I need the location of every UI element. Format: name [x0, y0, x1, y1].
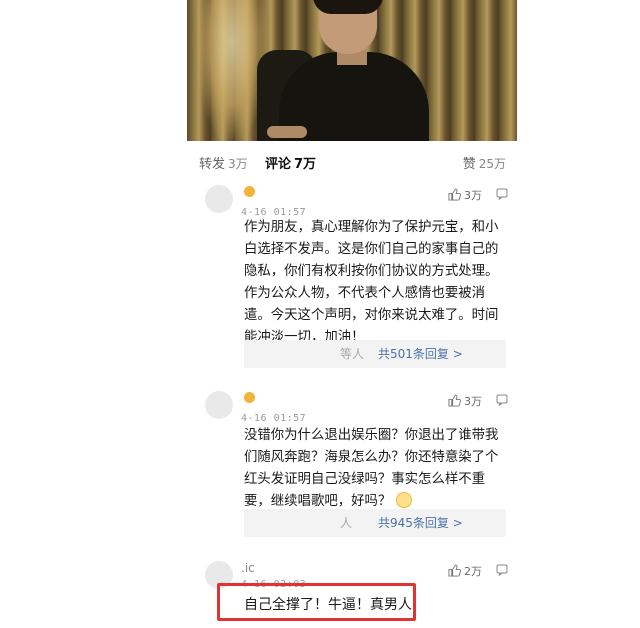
comment-like-count: 3万 — [464, 189, 482, 202]
comment-replies-link[interactable]: 等人 共501条回复 > — [244, 340, 506, 368]
reply-users: 人 — [340, 516, 353, 530]
comment-label: 评论 — [265, 157, 292, 172]
comment-tab[interactable]: 评论 7万 — [265, 153, 316, 172]
vip-badge-icon — [244, 392, 255, 403]
like-tab[interactable]: 赞 25万 — [463, 153, 506, 172]
vip-badge-icon — [244, 186, 255, 197]
comment-more-icon[interactable] — [496, 188, 508, 200]
repost-tab[interactable]: 转发 3万 — [199, 153, 248, 172]
comment-count: 7万 — [294, 157, 317, 172]
comment-like-button[interactable]: 3万 — [448, 187, 482, 203]
thumb-up-icon — [448, 188, 461, 201]
repost-label: 转发 — [199, 157, 226, 172]
reply-count: 共501条回复 > — [378, 347, 463, 361]
video-person-hand — [267, 126, 307, 138]
comment-like-button[interactable]: 3万 — [448, 393, 482, 409]
video-person-hair — [313, 0, 383, 14]
repost-count: 3万 — [228, 157, 248, 171]
username[interactable] — [241, 391, 255, 407]
comment-time: 4-16 01:57 — [241, 413, 307, 424]
smile-emoji-icon — [395, 492, 412, 508]
comment-like-button[interactable]: 2万 — [448, 563, 482, 579]
username[interactable]: .ic — [241, 561, 255, 577]
username[interactable] — [241, 185, 255, 201]
comment-like-count: 2万 — [464, 565, 482, 578]
weibo-post-page: 转发 3万 评论 7万 赞 25万 4-16 01:57 3万 作为朋友，真心理解你为… — [0, 0, 640, 628]
post-stats-bar: 转发 3万 评论 7万 赞 25万 — [199, 153, 509, 175]
comment-text: 作为朋友，真心理解你为了保护元宝，和小白选择不发声。这是你们自己的家事自己的隐私… — [244, 220, 499, 345]
comment-replies-link[interactable]: 人 共945条回复 > — [244, 509, 506, 537]
reply-users: 等人 — [340, 347, 365, 361]
red-highlight-box — [217, 583, 416, 621]
thumb-up-icon — [448, 394, 461, 407]
like-label: 赞 — [462, 157, 476, 172]
reply-count: 共945条回复 > — [378, 516, 463, 530]
avatar[interactable] — [205, 185, 233, 213]
comment-like-count: 3万 — [464, 395, 482, 408]
avatar[interactable] — [205, 391, 233, 419]
comment-text: 没错你为什么退出娱乐圈？你退出了谁带我们随风奔跑？海泉怎么办？你还特意染了个红头… — [244, 425, 506, 513]
like-count: 25万 — [478, 157, 506, 171]
thumb-up-icon — [448, 564, 461, 577]
comment-item: 4-16 01:57 3万 没错你为什么退出娱乐圈？你退出了谁带我们随风奔跑？海… — [205, 391, 515, 541]
comment-more-icon[interactable] — [496, 394, 508, 406]
comment-text-body: 没错你为什么退出娱乐圈？你退出了谁带我们随风奔跑？海泉怎么办？你还特意染了个红头… — [244, 428, 499, 509]
video-player[interactable] — [187, 0, 517, 141]
comment-item: 4-16 01:57 3万 作为朋友，真心理解你为了保护元宝，和小白选择不发声。… — [205, 185, 515, 368]
comment-more-icon[interactable] — [496, 564, 508, 576]
